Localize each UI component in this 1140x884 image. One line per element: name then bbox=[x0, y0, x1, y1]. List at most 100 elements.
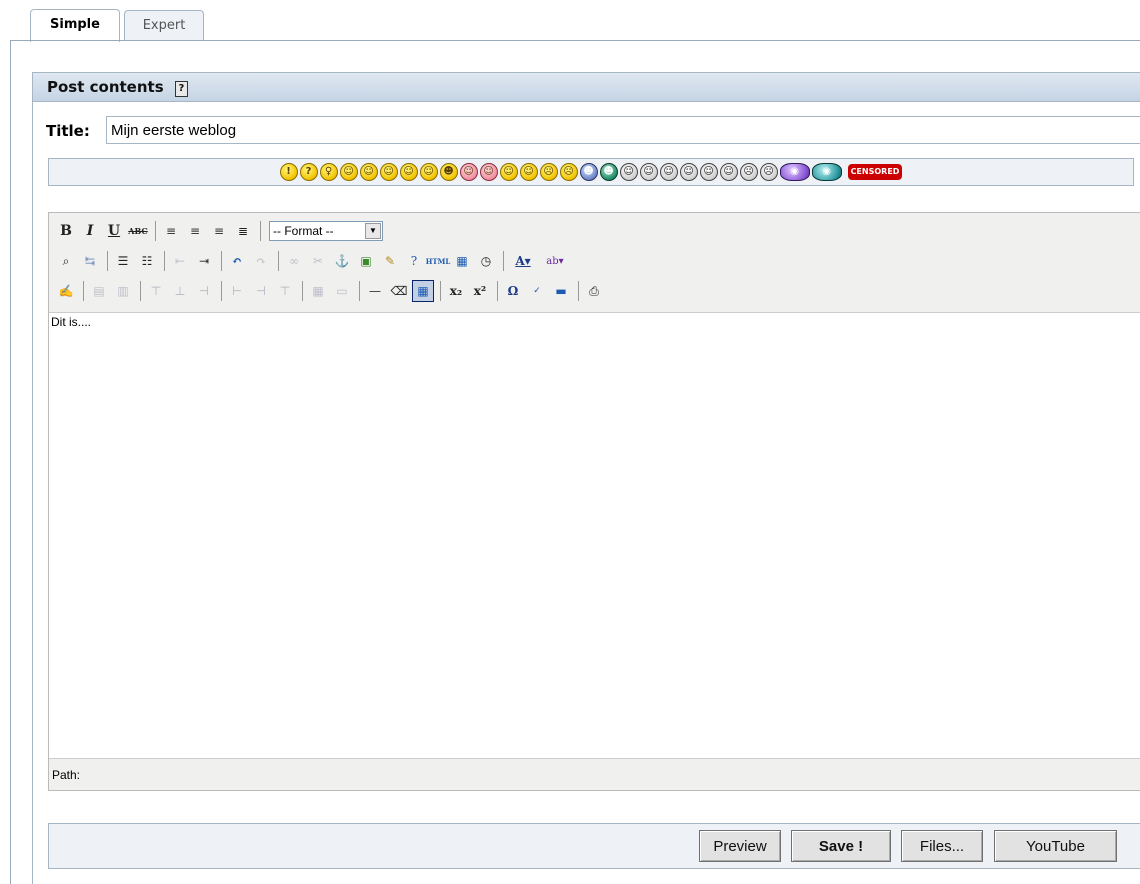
horizontal-rule-icon[interactable]: — bbox=[364, 280, 386, 302]
panel-border bbox=[32, 102, 33, 884]
redo-icon[interactable]: ↷ bbox=[250, 250, 272, 272]
help-circle-icon[interactable]: ? bbox=[403, 250, 425, 272]
chevron-down-icon[interactable]: ▼ bbox=[365, 223, 381, 239]
smiley-sick-icon[interactable]: ☻ bbox=[579, 163, 598, 181]
smiley-gray-smile2-icon[interactable]: ☺ bbox=[639, 163, 658, 181]
anchor-icon[interactable]: ⚓ bbox=[331, 250, 353, 272]
smiley-gray-eek-icon[interactable]: ☺ bbox=[719, 163, 738, 181]
smiley-neutral-icon[interactable]: ☺ bbox=[499, 163, 518, 181]
subscript-icon[interactable]: x₂ bbox=[445, 280, 467, 302]
replace-icon[interactable]: ↹ bbox=[79, 250, 101, 272]
print-icon[interactable]: ⎙ bbox=[583, 280, 605, 302]
strikethrough-icon[interactable]: ABC bbox=[127, 220, 149, 242]
frame-border bbox=[10, 40, 11, 884]
smiley-gray-smile-icon[interactable]: ☺ bbox=[619, 163, 638, 181]
insert-date-icon[interactable]: ▦ bbox=[451, 250, 473, 272]
smiley-idea-icon[interactable]: ♀ bbox=[319, 163, 338, 181]
smiley-gray-sad-icon[interactable]: ☹ bbox=[739, 163, 758, 181]
indent-icon[interactable]: ⇥ bbox=[193, 250, 215, 272]
visual-aid-icon[interactable]: ▬ bbox=[550, 280, 572, 302]
undo-icon[interactable]: ↶ bbox=[226, 250, 248, 272]
smiley-gray-grin-icon[interactable]: ☺ bbox=[659, 163, 678, 181]
panel-title: Post contents bbox=[47, 78, 164, 96]
title-row: Title: bbox=[46, 116, 1140, 146]
toolbar-separator bbox=[359, 281, 360, 301]
smiley-exclaim-icon[interactable]: ! bbox=[279, 163, 298, 181]
smiley-gray-shock-icon[interactable]: ☺ bbox=[699, 163, 718, 181]
toolbar-separator bbox=[302, 281, 303, 301]
numbered-list-icon[interactable]: ☷ bbox=[136, 250, 158, 272]
align-justify-icon[interactable]: ≣ bbox=[232, 220, 254, 242]
align-left-icon[interactable]: ≡ bbox=[160, 220, 182, 242]
link-icon[interactable]: ∞ bbox=[283, 250, 305, 272]
align-center-icon[interactable]: ≡ bbox=[184, 220, 206, 242]
delete-col-icon[interactable]: ⊤ bbox=[274, 280, 296, 302]
italic-icon[interactable]: I bbox=[79, 220, 101, 242]
smiley-sad-icon[interactable]: ☹ bbox=[539, 163, 558, 181]
save-button[interactable]: Save ! bbox=[791, 830, 891, 862]
insert-row-after-icon[interactable]: ⊥ bbox=[169, 280, 191, 302]
underline-icon[interactable]: U bbox=[103, 220, 125, 242]
split-cells-icon[interactable]: ▦ bbox=[307, 280, 329, 302]
smiley-confused-icon[interactable]: ☺ bbox=[519, 163, 538, 181]
html-source-icon[interactable]: HTML bbox=[426, 250, 451, 272]
smiley-evil-icon[interactable]: ☻ bbox=[439, 163, 458, 181]
row-props-icon[interactable]: ▤ bbox=[88, 280, 110, 302]
youtube-button[interactable]: YouTube bbox=[994, 830, 1117, 862]
smiley-fish-icon[interactable]: ◉ bbox=[811, 163, 842, 181]
toolbar-separator bbox=[260, 221, 261, 241]
align-right-icon[interactable]: ≡ bbox=[208, 220, 230, 242]
smiley-cool-icon[interactable]: ☺ bbox=[399, 163, 418, 181]
bullet-list-icon[interactable]: ☰ bbox=[112, 250, 134, 272]
title-input[interactable] bbox=[106, 116, 1140, 144]
insert-time-icon[interactable]: ◷ bbox=[475, 250, 497, 272]
smiley-smile-icon[interactable]: ☺ bbox=[339, 163, 358, 181]
toolbar-separator bbox=[578, 281, 579, 301]
tab-expert[interactable]: Expert bbox=[124, 10, 204, 40]
merge-cells-icon[interactable]: ▭ bbox=[331, 280, 353, 302]
smiley-rolleyes-icon[interactable]: ☺ bbox=[459, 163, 478, 181]
smiley-gray-cry-icon[interactable]: ☹ bbox=[759, 163, 778, 181]
insert-col-after-icon[interactable]: ⊣ bbox=[250, 280, 272, 302]
help-icon[interactable]: ? bbox=[174, 81, 188, 97]
smiley-bar: !? ♀ ☺ ☺ ☺ ☺ ☺ ☻ ☺ ☺ ☺ ☺ ☹ ☹ ☻ ☻ ☺ ☺ ☺ ☺ ☺ ☺ ☹ ☹ ◉ ◉ CENSORED bbox=[48, 158, 1134, 186]
editor-path-bar: Path: bbox=[49, 758, 1140, 790]
bold-icon[interactable]: B bbox=[55, 220, 77, 242]
find-icon[interactable]: ⌕ bbox=[55, 250, 77, 272]
files-button[interactable]: Files... bbox=[901, 830, 983, 862]
text-color-icon[interactable]: A▾ bbox=[508, 250, 538, 272]
editor-content-area[interactable]: Dit is.... bbox=[49, 313, 1140, 758]
smiley-blush-icon[interactable]: ☺ bbox=[479, 163, 498, 181]
unlink-icon[interactable]: ✂ bbox=[307, 250, 329, 272]
smiley-laugh-icon[interactable]: ☺ bbox=[379, 163, 398, 181]
smiley-cry-icon[interactable]: ☹ bbox=[559, 163, 578, 181]
preview-button[interactable]: Preview bbox=[699, 830, 781, 862]
insert-row-before-icon[interactable]: ⊤ bbox=[145, 280, 167, 302]
highlight-color-icon[interactable]: ab▾ bbox=[540, 250, 570, 272]
cell-props-icon[interactable]: ▥ bbox=[112, 280, 134, 302]
spellcheck-icon[interactable]: ✓ bbox=[526, 280, 548, 302]
smiley-question-icon[interactable]: ? bbox=[299, 163, 318, 181]
toolbar-row-2: ⌕ ↹ ☰ ☷ ⇤ ⇥ ↶ ↷ ∞ ✂ ⚓ ▣ ✎ ? HTML ▦ ◷ A▾ … bbox=[55, 249, 572, 273]
format-select[interactable]: -- Format -- ▼ bbox=[269, 221, 383, 241]
smiley-censored-icon[interactable]: CENSORED bbox=[847, 164, 903, 180]
superscript-icon[interactable]: x² bbox=[469, 280, 491, 302]
delete-row-icon[interactable]: ⊣ bbox=[193, 280, 215, 302]
table-icon[interactable]: ▦ bbox=[412, 280, 434, 302]
outdent-icon[interactable]: ⇤ bbox=[169, 250, 191, 272]
image-icon[interactable]: ▣ bbox=[355, 250, 377, 272]
edit-icon[interactable]: ✍ bbox=[55, 280, 77, 302]
smiley-mad-icon[interactable]: ☻ bbox=[599, 163, 618, 181]
special-char-icon[interactable]: Ω bbox=[502, 280, 524, 302]
smiley-grin-icon[interactable]: ☺ bbox=[359, 163, 378, 181]
panel-header: Post contents ? bbox=[32, 72, 1140, 102]
smiley-alien-icon[interactable]: ◉ bbox=[779, 163, 810, 181]
toolbar-separator bbox=[83, 281, 84, 301]
editor-content: Dit is.... bbox=[51, 315, 92, 329]
cleanup-icon[interactable]: ✎ bbox=[379, 250, 401, 272]
smiley-gray-grin2-icon[interactable]: ☺ bbox=[679, 163, 698, 181]
insert-col-before-icon[interactable]: ⊢ bbox=[226, 280, 248, 302]
tab-simple[interactable]: Simple bbox=[30, 9, 120, 42]
eraser-icon[interactable]: ⌫ bbox=[388, 280, 410, 302]
smiley-wink-icon[interactable]: ☺ bbox=[419, 163, 438, 181]
